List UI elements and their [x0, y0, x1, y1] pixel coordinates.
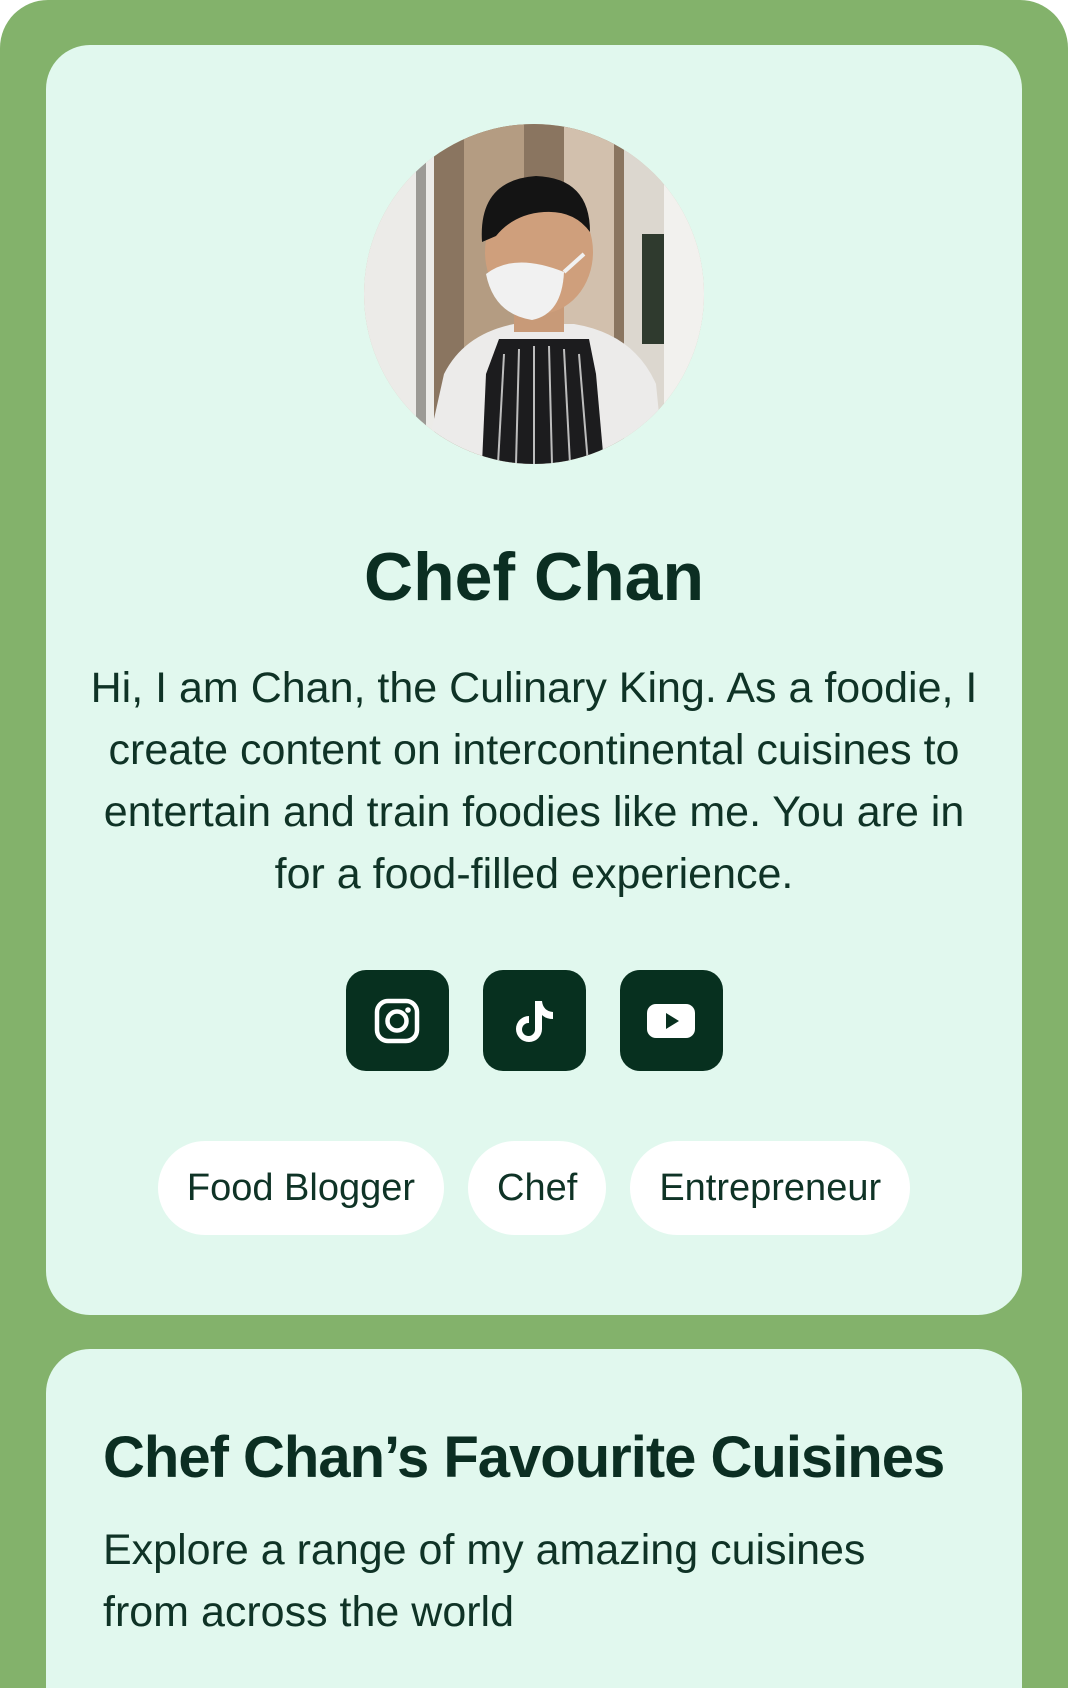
youtube-button[interactable]: [619, 970, 723, 1071]
tiktok-button[interactable]: [482, 970, 586, 1071]
tag-list: Food Blogger Chef Entrepreneur: [46, 1141, 1022, 1235]
profile-name: Chef Chan: [364, 539, 704, 615]
profile-card: Chef Chan Hi, I am Chan, the Culinary Ki…: [46, 45, 1022, 1315]
cuisines-card: Chef Chan’s Favourite Cuisines Explore a…: [46, 1349, 1022, 1688]
tag-food-blogger: Food Blogger: [157, 1141, 445, 1235]
instagram-button[interactable]: [345, 970, 449, 1071]
tag-chef: Chef: [468, 1141, 607, 1235]
cuisines-subtitle: Explore a range of my amazing cuisines f…: [103, 1526, 866, 1636]
profile-bio: Hi, I am Chan, the Culinary King. As a f…: [90, 664, 978, 898]
avatar: [364, 124, 704, 464]
tiktok-icon: [516, 1000, 553, 1042]
avatar-image: [364, 124, 704, 464]
page-frame: Chef Chan Hi, I am Chan, the Culinary Ki…: [0, 0, 1068, 1688]
social-links: [46, 970, 1022, 1071]
instagram-icon: [374, 998, 420, 1043]
tag-entrepreneur: Entrepreneur: [630, 1141, 911, 1235]
cuisines-title: Chef Chan’s Favourite Cuisines: [103, 1425, 945, 1490]
youtube-icon: [647, 1003, 695, 1038]
